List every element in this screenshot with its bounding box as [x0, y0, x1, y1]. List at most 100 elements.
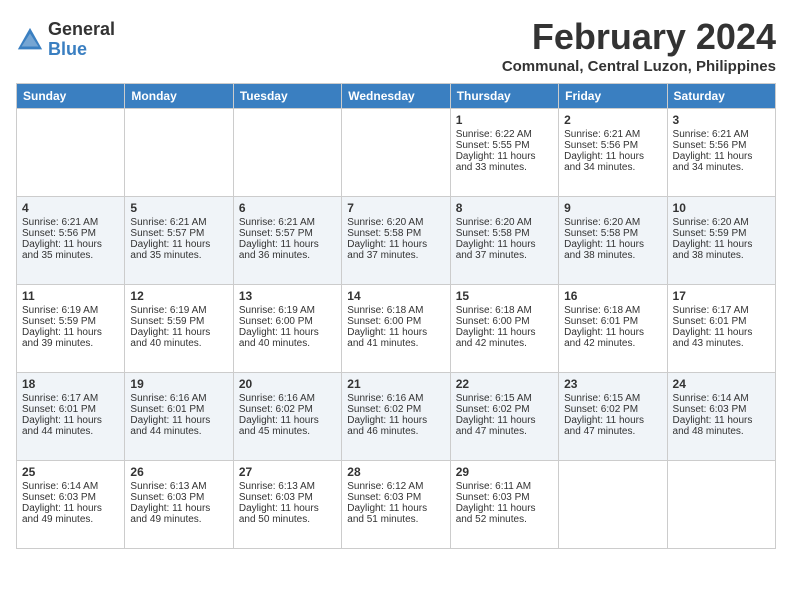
sunset-text: Sunset: 6:03 PM: [673, 404, 770, 415]
week-row-3: 11Sunrise: 6:19 AMSunset: 5:59 PMDayligh…: [17, 285, 776, 373]
daylight-text: Daylight: 11 hours and 51 minutes.: [347, 503, 444, 525]
sunrise-text: Sunrise: 6:16 AM: [130, 393, 227, 404]
daylight-text: Daylight: 11 hours and 38 minutes.: [564, 239, 661, 261]
daylight-text: Daylight: 11 hours and 49 minutes.: [130, 503, 227, 525]
calendar-cell: 6Sunrise: 6:21 AMSunset: 5:57 PMDaylight…: [233, 197, 341, 285]
calendar-cell: 1Sunrise: 6:22 AMSunset: 5:55 PMDaylight…: [450, 109, 558, 197]
sunset-text: Sunset: 6:00 PM: [456, 316, 553, 327]
title-section: February 2024 Communal, Central Luzon, P…: [502, 16, 776, 75]
calendar-cell: 3Sunrise: 6:21 AMSunset: 5:56 PMDaylight…: [667, 109, 775, 197]
day-number: 25: [22, 465, 119, 479]
sunset-text: Sunset: 6:03 PM: [456, 492, 553, 503]
sunrise-text: Sunrise: 6:15 AM: [564, 393, 661, 404]
sunrise-text: Sunrise: 6:20 AM: [456, 217, 553, 228]
daylight-text: Daylight: 11 hours and 43 minutes.: [673, 327, 770, 349]
calendar-cell: [559, 461, 667, 549]
daylight-text: Daylight: 11 hours and 40 minutes.: [130, 327, 227, 349]
sunrise-text: Sunrise: 6:16 AM: [347, 393, 444, 404]
header-tuesday: Tuesday: [233, 84, 341, 109]
calendar-body: 1 Sunrise: 6:22 AMSunset: 5:55 PM Daylight…: [17, 109, 776, 549]
daylight-text: Daylight: 11 hours and 44 minutes.: [22, 415, 119, 437]
header-thursday: Thursday: [450, 84, 558, 109]
daylight-text: Daylight: 11 hours and 47 minutes.: [456, 415, 553, 437]
sunrise-text: Sunrise: 6:13 AM: [239, 481, 336, 492]
day-number: 20: [239, 377, 336, 391]
day-number: 3: [673, 113, 770, 127]
sunset-text: Sunset: 5:56 PM: [673, 140, 770, 151]
daylight-text: Daylight: 11 hours and 45 minutes.: [239, 415, 336, 437]
daylight-text: Daylight: 11 hours and 37 minutes.: [347, 239, 444, 261]
daylight-text: Daylight: 11 hours and 48 minutes.: [673, 415, 770, 437]
calendar-cell: 10Sunrise: 6:20 AMSunset: 5:59 PMDayligh…: [667, 197, 775, 285]
sunrise-text: Sunrise: 6:22 AM: [456, 129, 553, 140]
sunrise-text: Sunrise: 6:13 AM: [130, 481, 227, 492]
day-number: 12: [130, 289, 227, 303]
calendar-cell: 12Sunrise: 6:19 AMSunset: 5:59 PMDayligh…: [125, 285, 233, 373]
day-number: 15: [456, 289, 553, 303]
daylight-text: Daylight: 11 hours and 46 minutes.: [347, 415, 444, 437]
daylight-text: Daylight: 11 hours and 41 minutes.: [347, 327, 444, 349]
day-number: 5: [130, 201, 227, 215]
sunset-text: Sunset: 5:59 PM: [22, 316, 119, 327]
day-number: 23: [564, 377, 661, 391]
daylight-text: Daylight: 11 hours and 34 minutes.: [673, 151, 770, 173]
day-number: 4: [22, 201, 119, 215]
header-monday: Monday: [125, 84, 233, 109]
day-number: 9: [564, 201, 661, 215]
day-number: 6: [239, 201, 336, 215]
calendar-cell: 15Sunrise: 6:18 AMSunset: 6:00 PMDayligh…: [450, 285, 558, 373]
calendar-cell: 4Sunrise: 6:21 AMSunset: 5:56 PMDaylight…: [17, 197, 125, 285]
calendar-cell: [17, 109, 125, 197]
sunrise-text: Sunrise: 6:18 AM: [456, 305, 553, 316]
sunset-text: Sunset: 6:00 PM: [239, 316, 336, 327]
week-row-5: 25Sunrise: 6:14 AMSunset: 6:03 PMDayligh…: [17, 461, 776, 549]
daylight-text: Daylight: 11 hours and 39 minutes.: [22, 327, 119, 349]
day-number: 1: [456, 113, 553, 127]
sunset-text: Sunset: 5:56 PM: [564, 140, 661, 151]
calendar-cell: 23Sunrise: 6:15 AMSunset: 6:02 PMDayligh…: [559, 373, 667, 461]
daylight-text: Daylight: 11 hours and 38 minutes.: [673, 239, 770, 261]
calendar-cell: 5Sunrise: 6:21 AMSunset: 5:57 PMDaylight…: [125, 197, 233, 285]
logo-blue: Blue: [48, 40, 115, 60]
sunset-text: Sunset: 5:58 PM: [564, 228, 661, 239]
sunset-text: Sunset: 6:01 PM: [673, 316, 770, 327]
page-header: General Blue February 2024 Communal, Cen…: [16, 16, 776, 75]
sunrise-text: Sunrise: 6:21 AM: [130, 217, 227, 228]
calendar-cell: 21Sunrise: 6:16 AMSunset: 6:02 PMDayligh…: [342, 373, 450, 461]
sunrise-text: Sunrise: 6:18 AM: [564, 305, 661, 316]
calendar-cell: [233, 109, 341, 197]
header-friday: Friday: [559, 84, 667, 109]
sunset-text: Sunset: 6:03 PM: [239, 492, 336, 503]
day-number: 19: [130, 377, 227, 391]
sunset-text: Sunset: 6:00 PM: [347, 316, 444, 327]
sunrise-text: Sunrise: 6:14 AM: [22, 481, 119, 492]
sunrise-text: Sunrise: 6:21 AM: [564, 129, 661, 140]
sunset-text: Sunset: 6:01 PM: [130, 404, 227, 415]
month-title: February 2024: [502, 16, 776, 58]
day-number: 28: [347, 465, 444, 479]
day-number: 27: [239, 465, 336, 479]
day-number: 8: [456, 201, 553, 215]
week-row-1: 1 Sunrise: 6:22 AMSunset: 5:55 PM Daylight…: [17, 109, 776, 197]
sunset-text: Sunset: 5:58 PM: [456, 228, 553, 239]
location-title: Communal, Central Luzon, Philippines: [502, 58, 776, 75]
sunrise-text: Sunrise: 6:20 AM: [564, 217, 661, 228]
calendar-cell: 17Sunrise: 6:17 AMSunset: 6:01 PMDayligh…: [667, 285, 775, 373]
logo-general: General: [48, 20, 115, 40]
sunset-text: Sunset: 6:02 PM: [239, 404, 336, 415]
calendar-cell: 27Sunrise: 6:13 AMSunset: 6:03 PMDayligh…: [233, 461, 341, 549]
week-row-2: 4Sunrise: 6:21 AMSunset: 5:56 PMDaylight…: [17, 197, 776, 285]
sunrise-text: Sunrise: 6:18 AM: [347, 305, 444, 316]
sunset-text: Sunset: 5:58 PM: [347, 228, 444, 239]
logo: General Blue: [16, 20, 115, 60]
sunrise-text: Sunrise: 6:17 AM: [22, 393, 119, 404]
calendar-cell: 13Sunrise: 6:19 AMSunset: 6:00 PMDayligh…: [233, 285, 341, 373]
daylight-text: Daylight: 11 hours and 52 minutes.: [456, 503, 553, 525]
calendar-table: Sunday Monday Tuesday Wednesday Thursday…: [16, 83, 776, 549]
calendar-cell: 29Sunrise: 6:11 AMSunset: 6:03 PMDayligh…: [450, 461, 558, 549]
sunset-text: Sunset: 5:55 PM: [456, 140, 553, 151]
calendar-cell: 7Sunrise: 6:20 AMSunset: 5:58 PMDaylight…: [342, 197, 450, 285]
header-sunday: Sunday: [17, 84, 125, 109]
header-saturday: Saturday: [667, 84, 775, 109]
day-number: 11: [22, 289, 119, 303]
